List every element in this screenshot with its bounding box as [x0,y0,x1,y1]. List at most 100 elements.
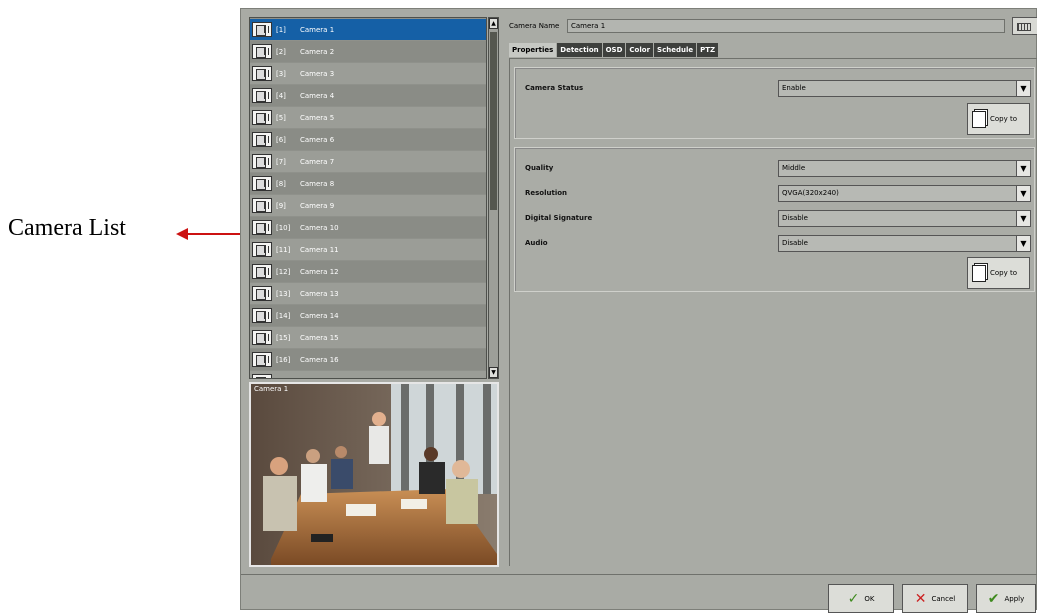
camera-number: [11] [276,245,291,254]
copy-icon [972,110,986,128]
video-settings-group: Quality Middle ▼ Resolution QVGA(320x240… [514,147,1035,292]
audio-label: Audio [525,239,548,247]
apply-label: Apply [1004,594,1025,603]
chevron-down-icon: ▼ [1016,81,1030,96]
resolution-select[interactable]: QVGA(320x240) ▼ [778,185,1031,202]
quality-value: Middle [782,164,806,172]
cancel-label: Cancel [931,594,956,603]
copy-icon [972,264,986,282]
keyboard-icon [1017,23,1031,31]
scroll-thumb[interactable] [490,32,497,210]
camera-list-name: Camera 9 [300,201,335,210]
camera-icon [252,374,272,378]
keyboard-button[interactable] [1012,17,1037,35]
settings-tabs: Properties Detection OSD Color Schedule … [509,43,719,57]
ok-button[interactable]: ✓ OK [828,584,894,613]
camera-list-name: Camera 7 [300,157,335,166]
camera-list-name: Camera 5 [300,113,335,122]
camera-number: [4] [276,91,286,100]
camera-list-item[interactable]: [17]Camera 17 [250,371,486,379]
camera-list-item[interactable]: [1] Camera 1 [250,19,486,40]
preview-label: Camera 1 [254,385,289,393]
camera-list-name: Camera 13 [300,289,339,298]
scroll-down-icon[interactable]: ▼ [489,367,498,378]
annotation-arrow-icon [176,228,246,240]
camera-number: [15] [276,333,291,342]
camera-icon [252,154,272,169]
cancel-button[interactable]: ✕ Cancel [902,584,968,613]
copy-to-button-status[interactable]: Copy to [967,103,1030,135]
camera-number: [10] [276,223,291,232]
tab-osd[interactable]: OSD [602,43,626,57]
digital-signature-select[interactable]: Disable ▼ [778,210,1031,227]
audio-select[interactable]: Disable ▼ [778,235,1031,252]
tab-color[interactable]: Color [626,43,654,57]
camera-list-item[interactable]: [16] Camera 16 [250,349,486,370]
tab-detection[interactable]: Detection [557,43,602,57]
camera-list-item[interactable]: [3] Camera 3 [250,63,486,84]
camera-name-label: Camera Name [509,22,560,30]
camera-number: [1] [276,25,286,34]
camera-icon [252,330,272,345]
camera-name-row: Camera Name Camera 1 [509,19,1005,33]
camera-icon [252,88,272,103]
camera-list-item[interactable]: [5] Camera 5 [250,107,486,128]
quality-select[interactable]: Middle ▼ [778,160,1031,177]
cancel-icon: ✕ [914,590,927,607]
camera-list-item[interactable]: [14] Camera 14 [250,305,486,326]
copy-label: Copy to [990,269,1018,277]
camera-number: [17] [276,378,300,379]
camera-list-item[interactable]: [2] Camera 2 [250,41,486,62]
camera-icon [252,132,272,147]
camera-list-item[interactable]: [15] Camera 15 [250,327,486,348]
camera-list: [1] Camera 1 [2] Camera 2 [3] Camera 3 [4] Came… [249,17,487,379]
camera-number: [5] [276,113,286,122]
camera-name-input[interactable]: Camera 1 [567,19,1005,33]
camera-list-item[interactable]: [9] Camera 9 [250,195,486,216]
quality-label: Quality [525,164,554,172]
dialog-button-bar: ✓ OK ✕ Cancel ✔ Apply [241,574,1037,613]
camera-settings-window: [1] Camera 1 [2] Camera 2 [3] Camera 3 [4] Came… [240,8,1037,613]
camera-status-select[interactable]: Enable ▼ [778,80,1031,97]
camera-list-item[interactable]: [6] Camera 6 [250,129,486,150]
camera-list-item[interactable]: [13] Camera 13 [250,283,486,304]
camera-number: [2] [276,47,286,56]
chevron-down-icon: ▼ [1016,211,1030,226]
camera-number: [12] [276,267,291,276]
meeting-room-image [251,384,497,565]
camera-number: [9] [276,201,286,210]
status-group: Camera Status Enable ▼ Copy to [514,67,1035,139]
camera-list-name: Camera 15 [300,333,339,342]
camera-list-name: Camera 2 [300,47,335,56]
camera-list-item[interactable]: [4] Camera 4 [250,85,486,106]
tab-properties[interactable]: Properties [509,43,557,57]
copy-to-button-video[interactable]: Copy to [967,257,1030,289]
camera-list-item[interactable]: [10] Camera 10 [250,217,486,238]
camera-number: [3] [276,69,286,78]
camera-list-name: Camera 3 [300,69,335,78]
camera-icon [252,308,272,323]
apply-icon: ✔ [987,590,1000,607]
scroll-up-icon[interactable]: ▲ [489,18,498,29]
camera-icon [252,352,272,367]
camera-icon [252,264,272,279]
camera-list-item[interactable]: [11] Camera 11 [250,239,486,260]
camera-list-scrollbar[interactable]: ▲ ▼ [488,17,499,379]
resolution-value: QVGA(320x240) [782,189,839,197]
ok-label: OK [864,594,875,603]
camera-list-name: Camera 8 [300,179,335,188]
tab-schedule[interactable]: Schedule [654,43,697,57]
camera-list-item[interactable]: [8] Camera 8 [250,173,486,194]
camera-number: [8] [276,179,286,188]
apply-button[interactable]: ✔ Apply [976,584,1036,613]
camera-status-label: Camera Status [525,84,584,92]
ok-icon: ✓ [847,590,860,607]
camera-list-item[interactable]: [12] Camera 12 [250,261,486,282]
camera-list-name: Camera 11 [300,245,339,254]
camera-number: [14] [276,311,291,320]
tab-ptz[interactable]: PTZ [697,43,719,57]
camera-list-name: Camera 4 [300,91,335,100]
camera-number: [7] [276,157,286,166]
camera-list-item[interactable]: [7] Camera 7 [250,151,486,172]
camera-status-value: Enable [782,84,806,92]
